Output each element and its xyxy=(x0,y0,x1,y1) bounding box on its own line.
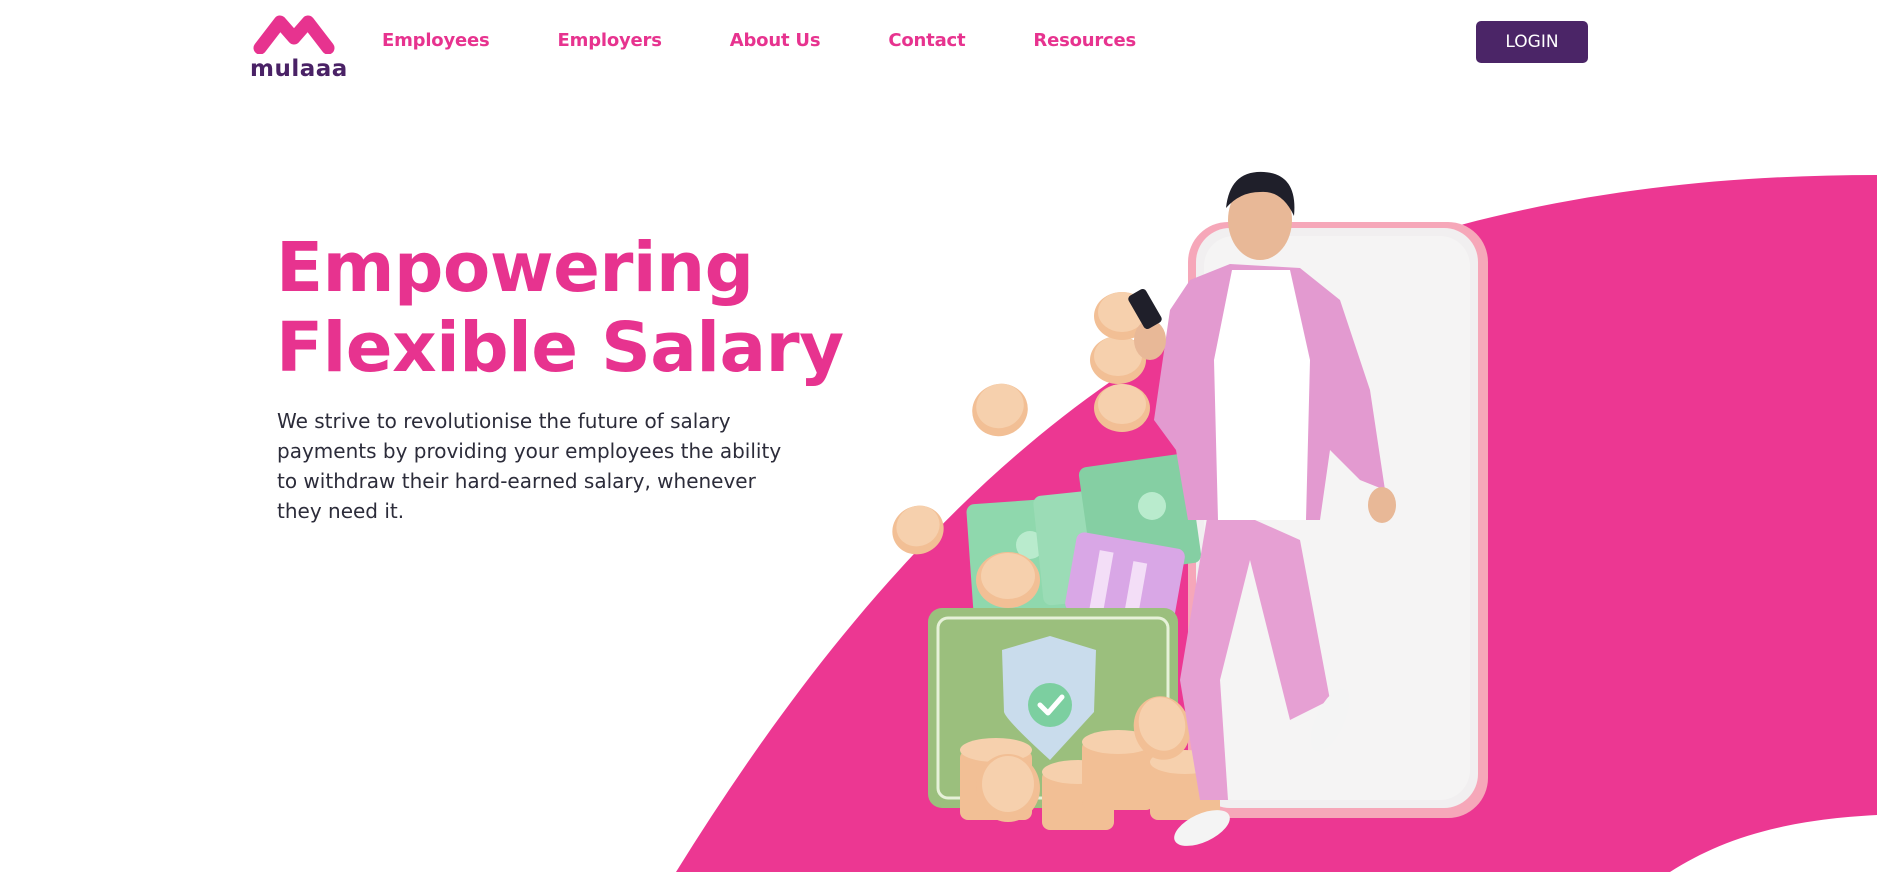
hero-illustration xyxy=(892,171,1488,846)
nav-about-us[interactable]: About Us xyxy=(730,30,821,51)
logo[interactable]: mulaaa xyxy=(250,14,347,82)
hero-title: Empowering Flexible Salary xyxy=(276,228,844,388)
logo-text: mulaaa xyxy=(250,56,348,82)
hero-title-line-1: Empowering xyxy=(276,228,754,308)
hero-description: We strive to revolutionise the future of… xyxy=(277,409,782,523)
login-button[interactable]: LOGIN xyxy=(1476,21,1588,63)
nav-employees[interactable]: Employees xyxy=(382,30,490,51)
site-header: mulaaa Employees Employers About Us Cont… xyxy=(0,0,1877,90)
nav-contact[interactable]: Contact xyxy=(888,30,965,51)
mulaaa-logo-icon xyxy=(253,15,335,54)
nav-resources[interactable]: Resources xyxy=(1033,30,1136,51)
nav-employers[interactable]: Employers xyxy=(558,30,662,51)
hero-title-line-2: Flexible Salary xyxy=(276,308,844,388)
main-nav: Employees Employers About Us Contact Res… xyxy=(382,30,1204,51)
